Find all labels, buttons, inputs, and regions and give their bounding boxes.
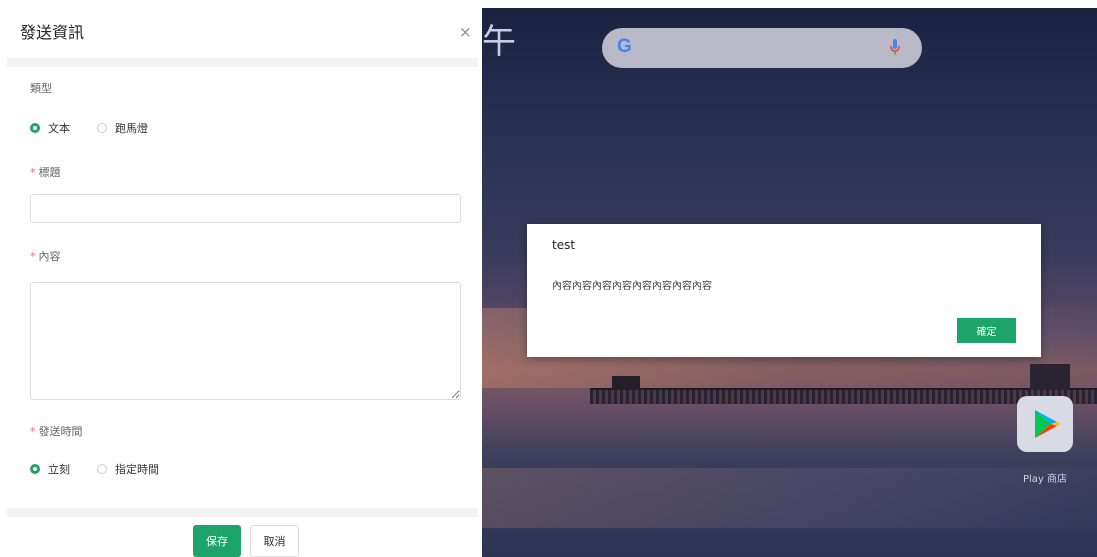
close-icon[interactable]: × bbox=[459, 23, 472, 41]
title-input[interactable] bbox=[30, 194, 461, 223]
radio-unchecked-icon bbox=[97, 123, 107, 133]
send-info-dialog: 發送資訊 × 類型 文本 跑馬燈 * 標題 * 內容 * 發送時間 立刻 指定時間 保… bbox=[0, 0, 478, 557]
required-mark: * bbox=[30, 250, 36, 263]
save-button[interactable]: 保存 bbox=[193, 525, 241, 557]
type-radio-text[interactable]: 文本 bbox=[30, 120, 70, 136]
content-textarea[interactable] bbox=[30, 282, 461, 400]
send-time-label: * 發送時間 bbox=[30, 425, 83, 438]
content-label: * 內容 bbox=[30, 250, 61, 263]
google-logo-icon: G bbox=[617, 36, 632, 57]
play-store-label: Play 商店 bbox=[1022, 474, 1068, 485]
time-option-now-label: 立刻 bbox=[48, 463, 70, 476]
play-store-app-icon[interactable]: Play 商店 bbox=[1014, 396, 1076, 486]
alert-title: test bbox=[552, 238, 576, 252]
alert-confirm-button[interactable]: 確定 bbox=[957, 318, 1016, 343]
title-label: * 標題 bbox=[30, 166, 61, 179]
time-option-scheduled-label: 指定時間 bbox=[115, 463, 159, 476]
radio-unchecked-icon bbox=[97, 464, 107, 474]
alert-message: 內容內容內容內容內容內容內容內容 bbox=[552, 281, 712, 292]
radio-checked-icon bbox=[30, 123, 40, 133]
wallpaper-pier-building bbox=[1030, 364, 1070, 390]
wallpaper-pier-hut bbox=[612, 376, 640, 390]
type-option-text-label: 文本 bbox=[48, 122, 70, 135]
type-radio-marquee[interactable]: 跑馬燈 bbox=[97, 120, 148, 136]
cancel-button[interactable]: 取消 bbox=[250, 525, 299, 557]
time-radio-now[interactable]: 立刻 bbox=[30, 461, 70, 477]
header-divider bbox=[7, 58, 478, 67]
type-label: 類型 bbox=[30, 82, 52, 95]
required-mark: * bbox=[30, 425, 36, 438]
wallpaper-water-reflection bbox=[482, 468, 1097, 528]
radio-checked-icon bbox=[30, 464, 40, 474]
clock-fragment: 午 bbox=[482, 22, 516, 62]
preview-alert-dialog: test 內容內容內容內容內容內容內容內容 確定 bbox=[527, 224, 1041, 357]
footer-divider bbox=[7, 508, 478, 517]
type-option-marquee-label: 跑馬燈 bbox=[115, 122, 148, 135]
required-mark: * bbox=[30, 166, 36, 179]
google-search-bar[interactable]: G bbox=[602, 28, 922, 68]
play-store-icon bbox=[1017, 396, 1073, 452]
time-radio-scheduled[interactable]: 指定時間 bbox=[97, 461, 159, 477]
dialog-header: 發送資訊 × bbox=[0, 0, 478, 58]
device-preview: 午 G test 內容內容內容內容內容內容內容內容 確定 Play 商店 bbox=[482, 8, 1097, 557]
dialog-title: 發送資訊 bbox=[20, 23, 85, 42]
microphone-icon[interactable] bbox=[890, 39, 900, 57]
